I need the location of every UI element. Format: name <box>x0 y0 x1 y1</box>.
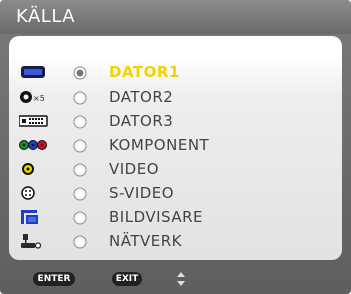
title-bar: KÄLLA <box>0 0 351 34</box>
up-down-arrows-icon <box>176 270 186 288</box>
radio-unselected[interactable] <box>73 210 87 225</box>
bnc-x5-connector-icon: ×5 <box>19 89 49 105</box>
source-item-dator1[interactable]: DATOR1 <box>9 61 342 83</box>
viewer-icon <box>19 209 49 225</box>
source-label: DATOR3 <box>109 112 174 130</box>
window-title: KÄLLA <box>16 6 76 27</box>
radio-unselected[interactable] <box>73 162 87 177</box>
source-item-dator2[interactable]: ×5 DATOR2 <box>9 86 342 108</box>
bnc-x5-count: ×5 <box>33 94 45 103</box>
dvi-connector-icon <box>18 113 49 129</box>
vga-connector-icon <box>19 64 49 80</box>
source-item-bildvisare[interactable]: BILDVISARE <box>9 206 342 228</box>
source-item-s-video[interactable]: S-VIDEO <box>9 182 342 204</box>
source-item-natverk[interactable]: NÄTVERK <box>9 230 342 252</box>
source-list: DATOR1 ×5 DATOR2 DATOR3 KOMPONENT VIDEO … <box>9 36 342 260</box>
source-item-komponent[interactable]: KOMPONENT <box>9 134 342 156</box>
source-menu-window: KÄLLA DATOR1 ×5 DATOR2 DATOR3 KOMPONENT … <box>0 0 351 294</box>
source-label: VIDEO <box>109 160 160 178</box>
s-video-connector-icon <box>19 185 49 201</box>
component-rca-icon <box>19 137 49 153</box>
radio-unselected[interactable] <box>73 138 87 153</box>
network-icon <box>19 233 49 249</box>
exit-key-hint[interactable]: EXIT <box>112 272 142 286</box>
radio-unselected[interactable] <box>73 234 87 249</box>
radio-unselected[interactable] <box>73 90 87 105</box>
source-label: DATOR2 <box>109 88 174 106</box>
enter-key-hint[interactable]: ENTER <box>33 272 75 286</box>
source-item-dator3[interactable]: DATOR3 <box>9 110 342 132</box>
source-item-video[interactable]: VIDEO <box>9 158 342 180</box>
source-label: S-VIDEO <box>109 184 175 202</box>
source-label: BILDVISARE <box>109 208 204 226</box>
source-label: DATOR1 <box>109 63 180 81</box>
source-label: KOMPONENT <box>109 136 210 154</box>
footer-hints: ENTER EXIT <box>0 262 351 294</box>
radio-unselected[interactable] <box>73 114 87 129</box>
source-label: NÄTVERK <box>109 232 182 250</box>
composite-video-icon <box>19 161 49 177</box>
radio-selected[interactable] <box>73 65 87 80</box>
radio-unselected[interactable] <box>73 186 87 201</box>
